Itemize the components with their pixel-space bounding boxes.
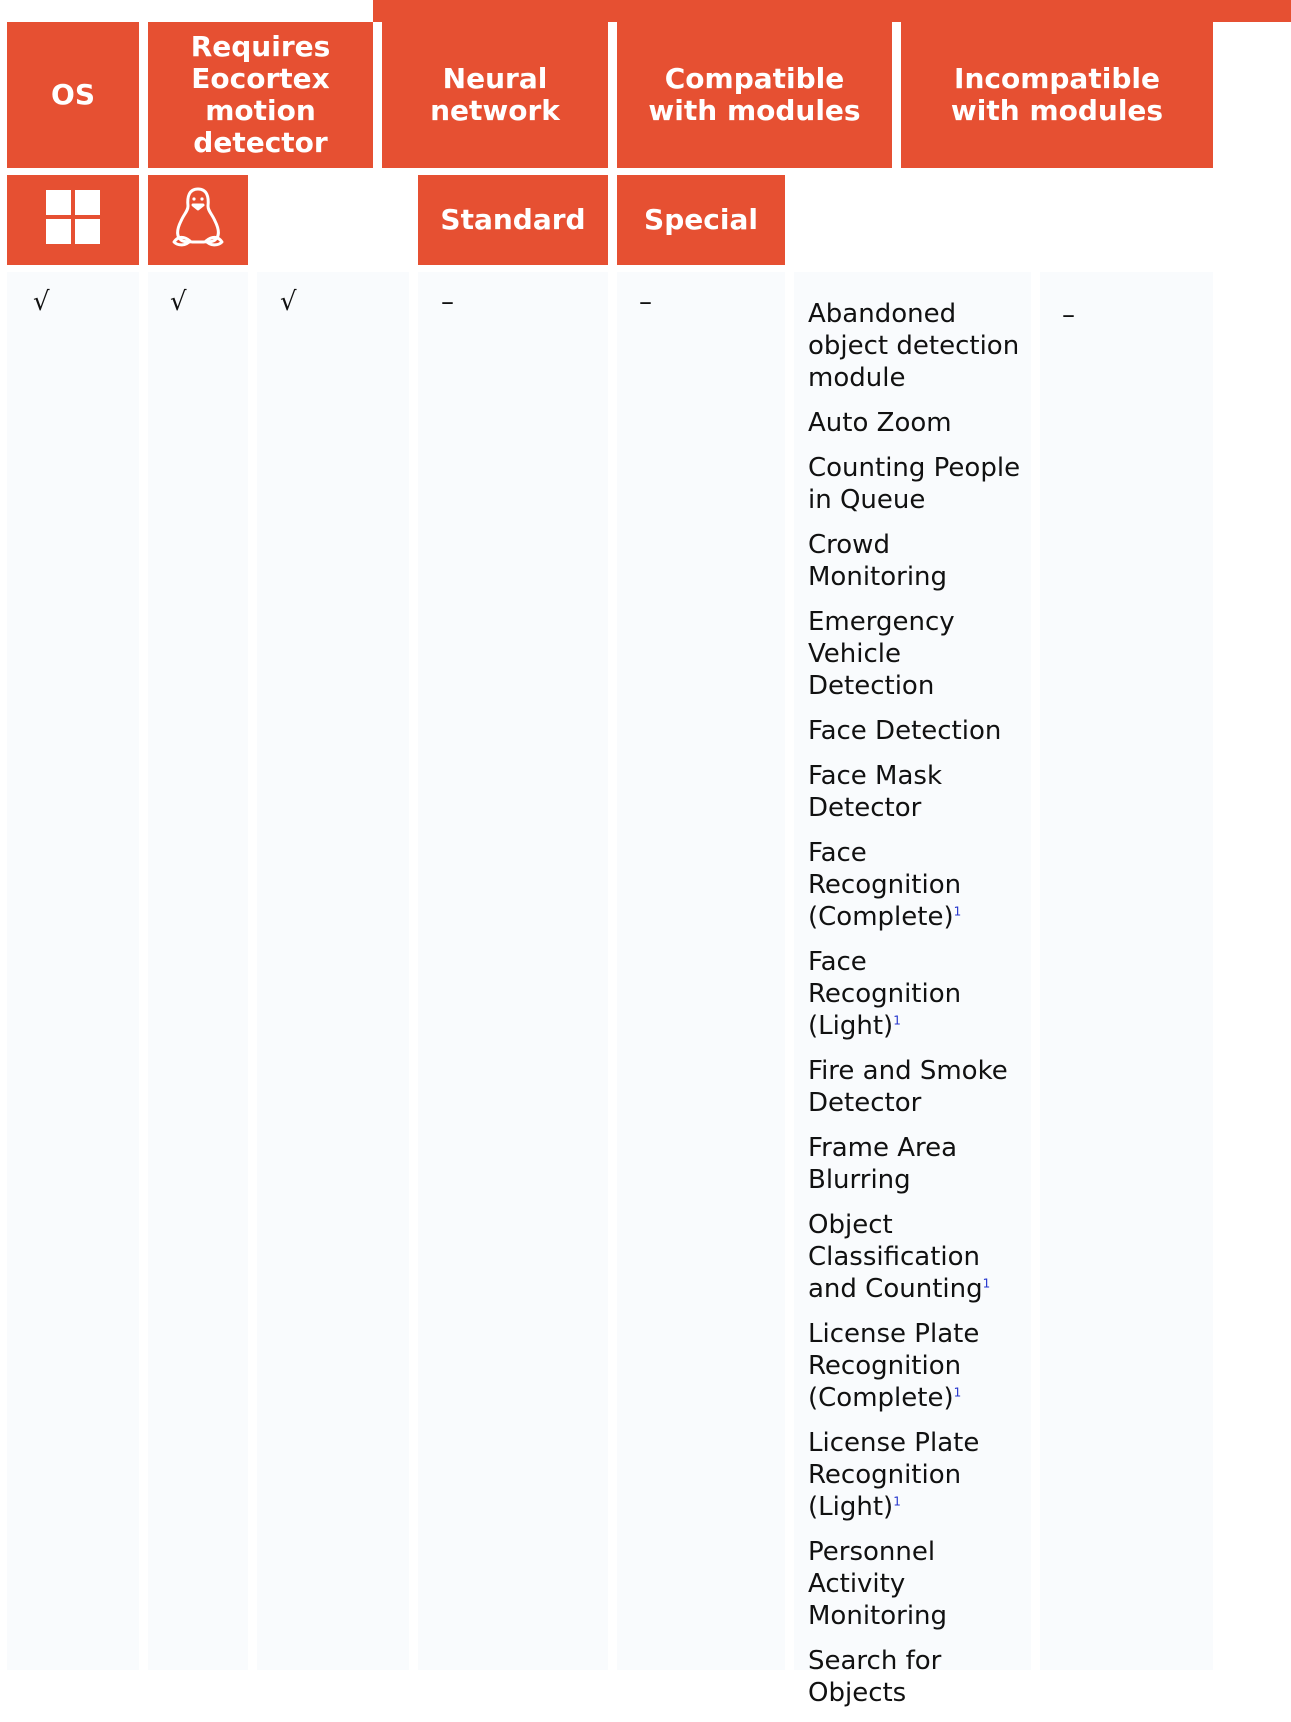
column-linux xyxy=(148,272,248,1670)
eocortex-check: √ xyxy=(280,287,297,317)
compatible-module-item: Object Classification and Counting1 xyxy=(808,1209,1023,1305)
compatible-module-item: License Plate Recognition (Complete)1 xyxy=(808,1318,1023,1414)
header-neural-network: Neural network xyxy=(382,22,608,168)
module-name: Counting People in Queue xyxy=(808,453,1021,515)
incompatible-dash: – xyxy=(1062,300,1075,330)
header-special: Special xyxy=(617,175,785,265)
compatible-module-item: Emergency Vehicle Detection xyxy=(808,606,1023,702)
header-eocortex: Requires Eocortex motion detector xyxy=(148,22,373,168)
column-special xyxy=(617,272,785,1670)
compatible-module-item: Crowd Monitoring xyxy=(808,529,1023,593)
compatible-module-item: Face Detection xyxy=(808,715,1023,747)
os-linux-cell xyxy=(148,175,248,265)
footnote-link[interactable]: 1 xyxy=(954,1385,962,1399)
compatible-module-item: License Plate Recognition (Light)1 xyxy=(808,1427,1023,1523)
module-name: Emergency Vehicle Detection xyxy=(808,607,955,701)
column-standard xyxy=(418,272,608,1670)
module-name: Personnel Activity Monitoring xyxy=(808,1537,948,1631)
standard-dash: – xyxy=(441,287,454,317)
module-name: Fire and Smoke Detector xyxy=(808,1056,1008,1118)
header-top-strip-left xyxy=(148,0,373,22)
module-name: Abandoned object detection module xyxy=(808,299,1020,393)
compatible-module-item: Fire and Smoke Detector xyxy=(808,1055,1023,1119)
os-windows-cell xyxy=(7,175,139,265)
module-name: Frame Area Blurring xyxy=(808,1133,958,1195)
column-eocortex xyxy=(257,272,409,1670)
compatible-module-item: Auto Zoom xyxy=(808,407,1023,439)
header-os: OS xyxy=(7,22,139,168)
header-top-strip xyxy=(373,0,1291,22)
linux-penguin-icon xyxy=(170,186,226,255)
footnote-link[interactable]: 1 xyxy=(954,904,962,918)
compatible-module-item: Personnel Activity Monitoring xyxy=(808,1536,1023,1632)
header-incompatible: Incompatible with modules xyxy=(901,22,1213,168)
column-incompatible xyxy=(1040,272,1213,1670)
column-windows xyxy=(7,272,139,1670)
footnote-link[interactable]: 1 xyxy=(893,1013,901,1027)
header-standard: Standard xyxy=(418,175,608,265)
compatible-module-item: Counting People in Queue xyxy=(808,452,1023,516)
module-name: Search for Objects xyxy=(808,1646,942,1708)
compatible-module-item: Face Recognition (Light)1 xyxy=(808,946,1023,1042)
compatible-module-item: Abandoned object detection module xyxy=(808,298,1023,394)
windows-logo-icon xyxy=(46,189,100,251)
module-name: Face Mask Detector xyxy=(808,761,943,823)
footnote-link[interactable]: 1 xyxy=(893,1494,901,1508)
compatible-module-item: Search for Objects xyxy=(808,1645,1023,1709)
compatible-module-item: Face Recognition (Complete)1 xyxy=(808,837,1023,933)
module-name: Object Classification and Counting xyxy=(808,1210,983,1304)
header-compatible: Compatible with modules xyxy=(617,22,892,168)
module-name: Face Recognition (Light) xyxy=(808,947,962,1041)
compatible-module-item: Frame Area Blurring xyxy=(808,1132,1023,1196)
linux-check: √ xyxy=(170,287,187,317)
module-name: Face Detection xyxy=(808,716,1002,746)
module-name: Auto Zoom xyxy=(808,408,952,438)
special-dash: – xyxy=(639,287,652,317)
compatible-modules-list: Abandoned object detection module Auto Zo… xyxy=(808,298,1023,1722)
module-name: Crowd Monitoring xyxy=(808,530,948,592)
windows-check: √ xyxy=(33,287,50,317)
footnote-link[interactable]: 1 xyxy=(983,1276,991,1290)
module-name: Face Recognition (Complete) xyxy=(808,838,962,932)
compatible-module-item: Face Mask Detector xyxy=(808,760,1023,824)
